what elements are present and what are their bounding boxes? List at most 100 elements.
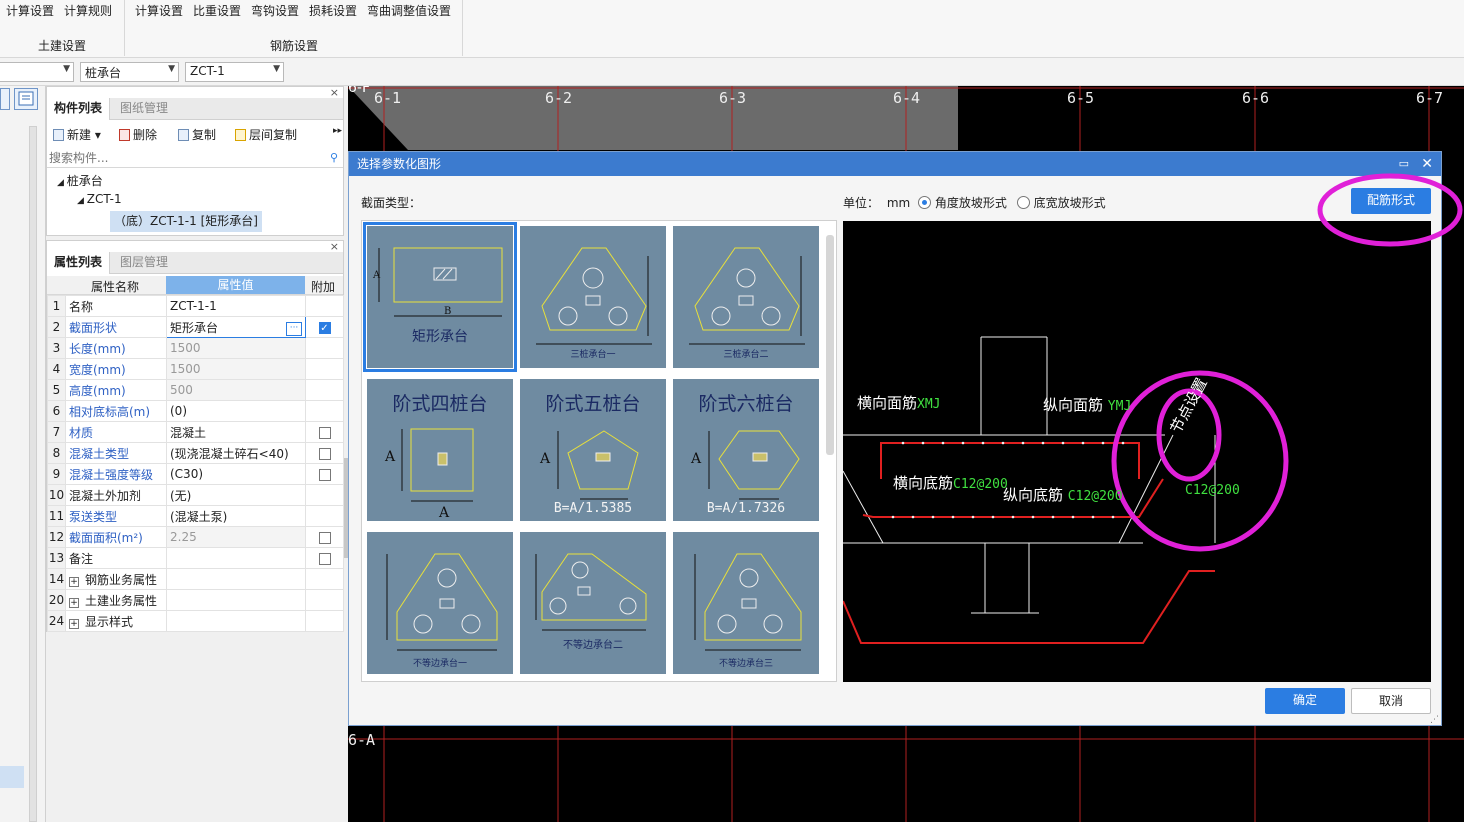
chevron-down-icon: ▼	[273, 64, 280, 74]
selector-bar: ▼ 桩承台 ▼ ZCT-1 ▼	[0, 58, 1464, 86]
property-value-cell[interactable]	[166, 610, 306, 632]
checkbox-checked-icon[interactable]: ✓	[318, 321, 331, 334]
property-value-cell[interactable]: 混凝土	[166, 421, 306, 443]
shape-unequal-cap-3[interactable]: 不等边承台三	[673, 532, 819, 674]
preview-label-text: 纵向底筋	[1003, 486, 1064, 504]
property-row[interactable]: 2 截面形状 矩形承台 ··· ✓	[47, 316, 344, 338]
property-value-cell[interactable]: 1500	[166, 358, 306, 380]
property-value-cell[interactable]: ZCT-1-1	[166, 295, 306, 317]
svg-text:A: A	[384, 449, 396, 465]
checkbox-icon[interactable]	[318, 426, 331, 439]
property-row[interactable]: 12 截面面积(m²) 2.25	[47, 526, 344, 548]
shape-stepped-five-pile[interactable]: A 阶式五桩台 B=A/1.5385	[520, 379, 666, 521]
close-icon[interactable]: ✕	[1421, 152, 1433, 176]
property-name: 泵送类型	[65, 505, 167, 527]
bottom-width-slope-radio[interactable]: 底宽放坡形式	[1016, 196, 1106, 210]
property-value-cell[interactable]: 1500	[166, 337, 306, 359]
nav-page-icon[interactable]	[14, 88, 38, 110]
svg-text:A: A	[438, 505, 450, 521]
property-value-cell[interactable]: 500	[166, 379, 306, 401]
component-type-select[interactable]: 桩承台 ▼	[80, 62, 179, 82]
shape-stepped-four-pile[interactable]: A A 阶式四桩台	[367, 379, 513, 521]
property-row[interactable]: 5 高度(mm) 500	[47, 379, 344, 401]
ellipsis-icon[interactable]: ···	[286, 321, 302, 336]
tree-root[interactable]: ◢ 桩承台	[57, 172, 103, 189]
property-row[interactable]: 4 宽度(mm) 1500	[47, 358, 344, 380]
ribbon-hook-settings[interactable]: 弯钩设置	[251, 2, 299, 19]
more-icon[interactable]: ▸▸	[333, 126, 342, 136]
property-row[interactable]: 3 长度(mm) 1500	[47, 337, 344, 359]
property-value-cell[interactable]: (无)	[166, 484, 306, 506]
tree-leaf-selected[interactable]: （底）ZCT-1-1 [矩形承台]	[110, 211, 262, 232]
property-value-cell[interactable]: 矩形承台 ···	[166, 316, 306, 338]
property-row[interactable]: 7 材质 混凝土	[47, 421, 344, 443]
expand-plus-icon[interactable]: +	[69, 597, 79, 608]
property-value-cell[interactable]	[166, 589, 306, 611]
expand-plus-icon[interactable]: +	[69, 618, 79, 629]
ribbon-bend-adjust-settings[interactable]: 弯曲调整值设置	[367, 2, 451, 19]
component-select[interactable]: ZCT-1 ▼	[185, 62, 284, 82]
shape-three-pile-2[interactable]: 三桩承台二	[673, 226, 819, 368]
shape-rect-cap[interactable]: A B 矩形承台	[363, 222, 517, 372]
property-row[interactable]: 20 + 土建业务属性	[47, 589, 344, 611]
rebar-form-button[interactable]: 配筋形式	[1351, 188, 1431, 214]
property-row[interactable]: 9 混凝土强度等级 (C30)	[47, 463, 344, 485]
ok-button[interactable]: 确定	[1265, 688, 1345, 714]
checkbox-icon[interactable]	[318, 552, 331, 565]
cancel-button[interactable]: 取消	[1351, 688, 1431, 714]
property-value: 矩形承台	[170, 320, 219, 335]
property-row[interactable]: 10 混凝土外加剂 (无)	[47, 484, 344, 506]
tab-component-list[interactable]: 构件列表	[47, 98, 111, 120]
checkbox-icon[interactable]	[318, 447, 331, 460]
property-row[interactable]: 11 泵送类型 (混凝土泵)	[47, 505, 344, 527]
shape-three-pile-1[interactable]: 三桩承台一	[520, 226, 666, 368]
ribbon-density-settings[interactable]: 比重设置	[193, 2, 241, 19]
property-row[interactable]: 8 混凝土类型 (现浇混凝土碎石<40)	[47, 442, 344, 464]
property-value-cell[interactable]: (0)	[166, 400, 306, 422]
angle-slope-radio[interactable]: 角度放坡形式	[918, 196, 1007, 210]
property-value-cell[interactable]	[166, 568, 306, 590]
property-row[interactable]: 6 相对底标高(m) (0)	[47, 400, 344, 422]
search-input[interactable]	[47, 150, 317, 166]
ribbon-soil-calc-settings[interactable]: 计算设置	[6, 2, 54, 19]
shape-unequal-cap-1[interactable]: 不等边承台一	[367, 532, 513, 674]
tree-child[interactable]: ◢ ZCT-1	[77, 192, 122, 206]
copy-button[interactable]: 复制	[178, 126, 216, 143]
property-value-cell[interactable]: 2.25	[166, 526, 306, 548]
expand-plus-icon[interactable]: +	[69, 576, 79, 587]
property-name-text: 相对底标高(m)	[69, 404, 151, 419]
nav-list-icon[interactable]	[0, 88, 10, 110]
shape-caption: 不等边承台一	[412, 659, 467, 669]
new-button[interactable]: 新建 ▾	[53, 126, 101, 143]
gallery-scrollbar[interactable]	[826, 235, 834, 455]
ribbon-soil-calc-rules[interactable]: 计算规则	[64, 2, 112, 19]
search-icon[interactable]: ⚲	[330, 151, 338, 164]
checkbox-icon[interactable]	[318, 531, 331, 544]
resize-grip-icon[interactable]: ⋰	[1430, 715, 1439, 725]
shape-stepped-six-pile[interactable]: A 阶式六桩台 B=A/1.7326	[673, 379, 819, 521]
floor-select[interactable]: ▼	[0, 62, 74, 82]
property-row[interactable]: 13 备注	[47, 547, 344, 569]
delete-button[interactable]: 删除	[119, 126, 157, 143]
tab-property-list[interactable]: 属性列表	[47, 252, 111, 274]
property-row[interactable]: 14 + 钢筋业务属性	[47, 568, 344, 590]
tab-layer-management[interactable]: 图层管理	[113, 252, 175, 274]
shape-unequal-cap-2[interactable]: 不等边承台二	[520, 532, 666, 674]
property-value-cell[interactable]: (C30)	[166, 463, 306, 485]
property-value-cell[interactable]	[166, 547, 306, 569]
tab-drawing-management[interactable]: 图纸管理	[113, 98, 175, 120]
property-row[interactable]: 24 + 显示样式	[47, 610, 344, 632]
component-search-box[interactable]: ⚲	[47, 150, 343, 168]
property-value-cell[interactable]: (混凝土泵)	[166, 505, 306, 527]
floor-copy-button[interactable]: 层间复制	[235, 126, 297, 143]
checkbox-icon[interactable]	[318, 468, 331, 481]
property-value-cell[interactable]: (现浇混凝土碎石<40)	[166, 442, 306, 464]
ribbon-loss-settings[interactable]: 损耗设置	[309, 2, 357, 19]
nav-scrollbar[interactable]	[29, 126, 37, 822]
nav-selected-item[interactable]	[0, 766, 24, 788]
maximize-icon[interactable]: ▭	[1399, 152, 1409, 176]
ribbon-rebar-calc-settings[interactable]: 计算设置	[135, 2, 183, 19]
property-row[interactable]: 1 名称 ZCT-1-1	[47, 295, 344, 317]
shape-caption: 阶式六桩台	[698, 393, 794, 415]
row-number: 20	[47, 589, 66, 611]
